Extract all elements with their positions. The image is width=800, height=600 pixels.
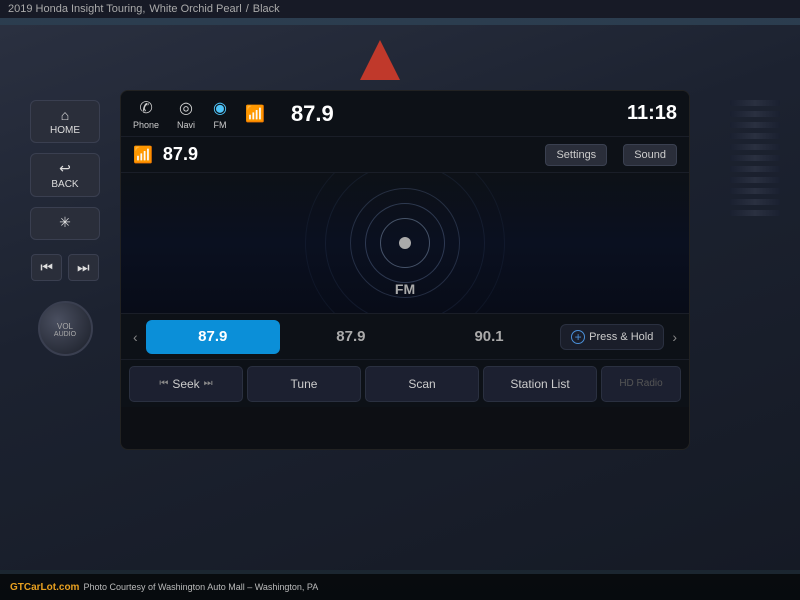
brightness-icon: ✳ <box>45 214 85 231</box>
seek-fwd-icon: ⏭ <box>204 378 213 389</box>
screen-topbar: ✆ Phone ◎ Navi ◉ FM 📶 87.9 11:18 <box>121 91 689 137</box>
media-controls: ⏮ ⏭ <box>31 254 98 281</box>
vent-stripe <box>730 210 780 216</box>
car-color: White Orchid Pearl <box>149 3 241 15</box>
vent-stripe <box>730 122 780 128</box>
vent-stripe <box>730 199 780 205</box>
vent-stripe <box>730 144 780 150</box>
freq-right-button[interactable]: › <box>668 325 681 349</box>
phone-icon: ✆ <box>139 98 152 118</box>
navi-icon-button[interactable]: ◎ Navi <box>177 98 195 130</box>
hazard-area <box>340 30 420 90</box>
car-title: 2019 Honda Insight Touring, <box>8 3 145 15</box>
station-1[interactable]: 87.9 <box>146 320 280 354</box>
car-trim: Black <box>253 3 280 15</box>
home-icon: ⌂ <box>45 107 85 123</box>
scan-label: Scan <box>408 377 435 391</box>
phone-label: Phone <box>133 120 159 130</box>
vent-stripe <box>730 100 780 106</box>
fm-icon: ◉ <box>213 98 227 118</box>
seek-button[interactable]: ⏮ Seek ⏭ <box>129 366 243 402</box>
fm-circle-inner <box>380 218 430 268</box>
vent-stripe <box>730 111 780 117</box>
next-track-button[interactable]: ⏭ <box>68 254 99 281</box>
seek-back-icon: ⏮ <box>159 378 168 389</box>
vent-stripe <box>730 133 780 139</box>
photo-credit-bar: GTCarLot.com Photo Courtesy of Washingto… <box>0 574 800 600</box>
vent-right <box>730 100 780 350</box>
back-button[interactable]: ↩ BACK <box>30 153 100 197</box>
photo-credit-text: Photo Courtesy of Washington Auto Mall –… <box>83 582 318 592</box>
navi-icon: ◎ <box>179 98 193 118</box>
back-icon: ↩ <box>45 160 85 177</box>
sound-button[interactable]: Sound <box>623 144 677 166</box>
hdradio-label: HD Radio <box>619 378 662 389</box>
press-hold-label: Press & Hold <box>589 331 653 343</box>
current-frequency: 87.9 <box>163 144 198 165</box>
settings-button[interactable]: Settings <box>545 144 607 166</box>
home-button[interactable]: ⌂ HOME <box>30 100 100 143</box>
gtcarlot-logo: GTCarLot.com <box>10 582 79 593</box>
audio-label: AUDIO <box>54 331 76 338</box>
station-2[interactable]: 87.9 <box>284 320 418 354</box>
signal-icon: 📶 <box>245 104 265 124</box>
home-label: HOME <box>50 125 80 136</box>
frequency-bar: ‹ 87.9 87.9 90.1 + Press & Hold › <box>121 313 689 359</box>
fm-label-top: FM <box>214 120 227 130</box>
fm-mode-label: FM <box>395 281 415 297</box>
freq-left-button[interactable]: ‹ <box>129 325 142 349</box>
screen-row2: 📶 87.9 Settings Sound <box>121 137 689 173</box>
bottom-controls: ⏮ Seek ⏭ Tune Scan Station List HD Radio <box>121 359 689 407</box>
scan-button[interactable]: Scan <box>365 366 479 402</box>
back-label: BACK <box>51 179 78 190</box>
vent-stripe <box>730 155 780 161</box>
vent-stripe <box>730 188 780 194</box>
fm-center-dot <box>399 237 411 249</box>
main-screen: ✆ Phone ◎ Navi ◉ FM 📶 87.9 11:18 📶 87.9 … <box>120 90 690 450</box>
fm-signal-icon: 📶 <box>133 145 153 165</box>
phone-icon-button[interactable]: ✆ Phone <box>133 98 159 130</box>
plus-icon: + <box>571 330 585 344</box>
seek-label: Seek <box>172 377 199 391</box>
volume-knob[interactable]: VOL AUDIO <box>38 301 93 356</box>
tune-button[interactable]: Tune <box>247 366 361 402</box>
fm-icon-button[interactable]: ◉ FM <box>213 98 227 130</box>
station-list-button[interactable]: Station List <box>483 366 597 402</box>
vent-stripe <box>730 177 780 183</box>
press-hold-button[interactable]: + Press & Hold <box>560 324 664 350</box>
brightness-button[interactable]: ✳ <box>30 207 100 240</box>
photo-title-bar: 2019 Honda Insight Touring, White Orchid… <box>0 0 800 18</box>
vent-stripe <box>730 166 780 172</box>
navi-label: Navi <box>177 120 195 130</box>
vol-label: VOL <box>57 322 73 331</box>
tune-label: Tune <box>291 377 318 391</box>
hdradio-button[interactable]: HD Radio <box>601 366 681 402</box>
fm-circle-mid <box>365 203 445 283</box>
prev-track-button[interactable]: ⏮ <box>31 254 62 281</box>
fm-visual-area: FM <box>121 173 689 313</box>
station-list-label: Station List <box>510 377 569 391</box>
separator: / <box>246 3 249 15</box>
clock-display: 11:18 <box>627 102 677 125</box>
top-frequency: 87.9 <box>291 101 334 127</box>
left-controls-panel: ⌂ HOME ↩ BACK ✳ ⏮ ⏭ VOL AUDIO <box>20 100 110 356</box>
station-3[interactable]: 90.1 <box>422 320 556 354</box>
hazard-icon <box>360 40 400 80</box>
photo-container: 2019 Honda Insight Touring, White Orchid… <box>0 0 800 600</box>
